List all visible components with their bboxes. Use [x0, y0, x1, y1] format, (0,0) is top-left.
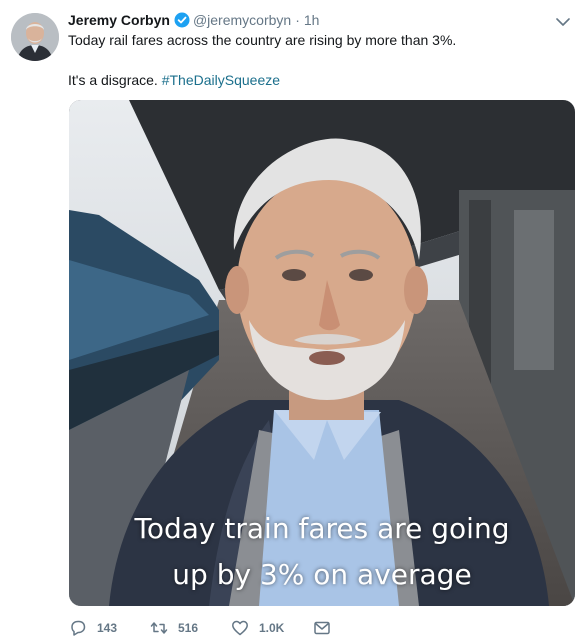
verified-badge-icon	[174, 12, 190, 28]
like-icon	[232, 620, 248, 636]
reply-count: 143	[97, 621, 118, 635]
like-count: 1.0K	[259, 621, 285, 635]
chevron-down-icon[interactable]	[556, 14, 570, 26]
like-button[interactable]: 1.0K	[231, 619, 313, 637]
tweet[interactable]: Jeremy Corbyn @jeremycorbyn · 1h Today r…	[0, 0, 578, 643]
retweet-count: 516	[178, 621, 199, 635]
direct-message-button[interactable]	[313, 619, 343, 637]
video-player[interactable]: Today train fares are going up by 3% on …	[69, 100, 575, 606]
tweet-actions: 143 516 1.0K	[69, 618, 343, 638]
retweet-button[interactable]: 516	[150, 619, 231, 637]
video-caption-line-1: Today train fares are going	[134, 512, 510, 545]
display-name[interactable]: Jeremy Corbyn	[68, 12, 170, 28]
reply-icon	[71, 620, 86, 636]
video-caption-line-2: up by 3% on average	[172, 558, 472, 591]
avatar[interactable]	[11, 13, 59, 61]
reply-button[interactable]: 143	[69, 619, 150, 637]
direct-message-icon	[314, 621, 330, 635]
retweet-icon	[150, 622, 168, 634]
user-handle[interactable]: @jeremycorbyn	[193, 12, 291, 28]
tweet-text-line-2: It's a disgrace. #TheDailySqueeze	[68, 71, 280, 90]
timestamp[interactable]: 1h	[304, 12, 320, 28]
separator-dot: ·	[295, 12, 300, 28]
tweet-header: Jeremy Corbyn @jeremycorbyn · 1h	[68, 10, 319, 30]
tweet-text-prefix: It's a disgrace.	[68, 72, 162, 88]
hashtag-link[interactable]: #TheDailySqueeze	[162, 72, 280, 88]
tweet-text-line-1: Today rail fares across the country are …	[68, 32, 457, 48]
